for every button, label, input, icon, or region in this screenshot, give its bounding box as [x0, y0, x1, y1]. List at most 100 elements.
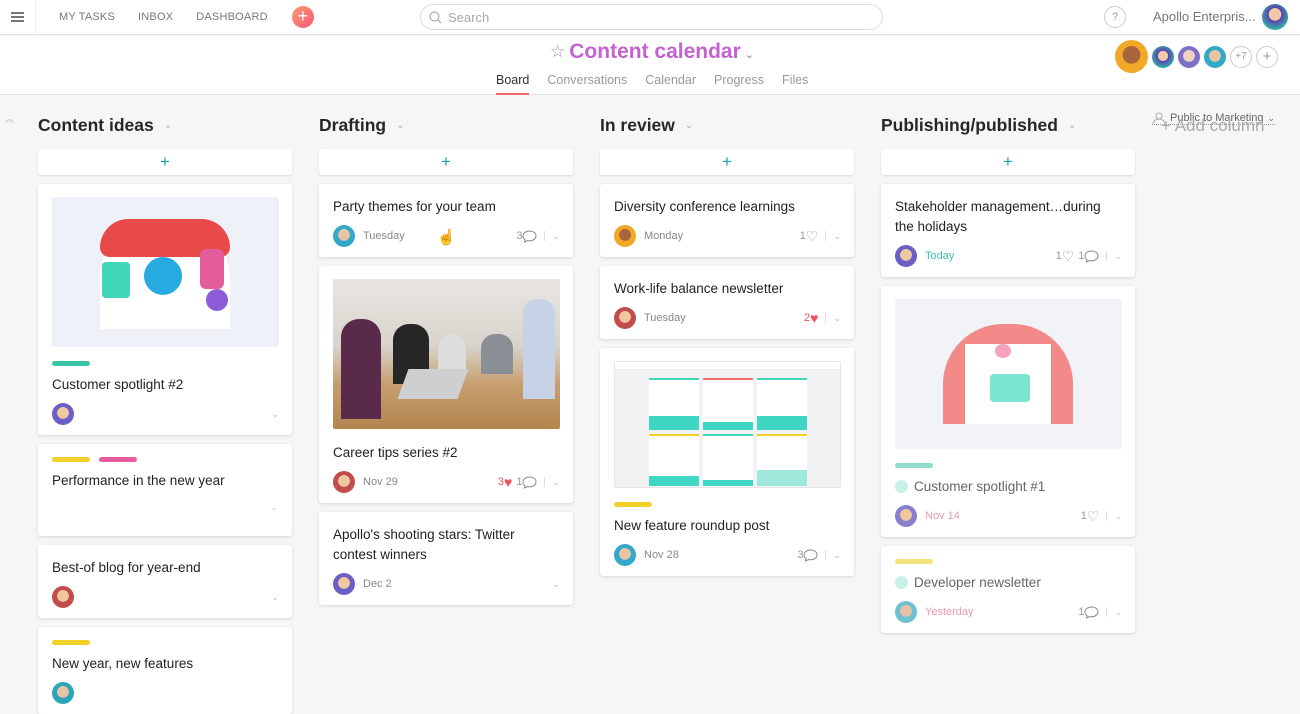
- due-date[interactable]: Dec 2: [363, 578, 392, 590]
- chevron-down-icon[interactable]: ⌄: [1114, 511, 1122, 522]
- due-date[interactable]: Tuesday: [644, 312, 686, 324]
- top-bar: MY TASKS INBOX DASHBOARD + ? Apollo Ente…: [0, 0, 1300, 35]
- quick-add-button[interactable]: +: [291, 6, 314, 28]
- assignee-avatar[interactable]: [333, 225, 355, 247]
- due-date[interactable]: Nov 29: [363, 476, 398, 488]
- due-date[interactable]: Nov 28: [644, 549, 679, 561]
- chevron-down-icon[interactable]: ⌄: [271, 409, 279, 420]
- collapse-icon[interactable]: ︽: [5, 112, 14, 125]
- chevron-down-icon[interactable]: ⌄: [396, 120, 404, 131]
- task-card[interactable]: New feature roundup post Nov 28 3 ⌄: [600, 348, 854, 576]
- task-card[interactable]: Career tips series #2 Nov 29 3 ♥ 1 ⌄: [319, 266, 573, 503]
- task-title: Stakeholder management…during the holida…: [895, 199, 1101, 234]
- task-card[interactable]: Party themes for your team Tuesday 3 ⌄: [319, 184, 573, 257]
- member-avatar[interactable]: [1178, 45, 1200, 68]
- chevron-down-icon[interactable]: ⌄: [164, 120, 172, 131]
- menu-button[interactable]: [0, 0, 36, 35]
- due-date[interactable]: Today: [925, 250, 954, 262]
- task-card[interactable]: Apollo's shooting stars: Twitter contest…: [319, 512, 573, 605]
- tab-conversations[interactable]: Conversations: [547, 73, 627, 95]
- board-column: Content ideas ⌄ + Customer spotlight #2 ⌄…: [38, 95, 292, 714]
- organization-switcher[interactable]: Apollo Enterpris...: [1153, 9, 1256, 24]
- task-title: Customer spotlight #2: [52, 377, 184, 392]
- chevron-down-icon[interactable]: ⌄: [552, 579, 560, 590]
- task-card[interactable]: Diversity conference learnings Monday 1 …: [600, 184, 854, 257]
- member-avatar[interactable]: [1152, 45, 1174, 68]
- assignee-avatar[interactable]: [895, 245, 917, 267]
- due-date[interactable]: Tuesday: [363, 230, 405, 242]
- assignee-avatar[interactable]: [52, 586, 74, 608]
- tab-board[interactable]: Board: [496, 73, 530, 95]
- chevron-down-icon[interactable]: ⌄: [1114, 607, 1122, 618]
- member-avatar[interactable]: [1115, 40, 1148, 73]
- assignee-avatar[interactable]: [895, 505, 917, 527]
- task-title: New feature roundup post: [614, 518, 770, 533]
- project-members: +7 +: [1111, 40, 1278, 73]
- column-title: Publishing/published: [881, 114, 1058, 135]
- completed-check-icon[interactable]: [895, 576, 908, 589]
- team-meeting-photo: [333, 279, 560, 429]
- chevron-down-icon[interactable]: ⌄: [1068, 120, 1076, 131]
- chevron-down-icon[interactable]: ⌄: [745, 48, 754, 61]
- tab-progress[interactable]: Progress: [714, 73, 764, 95]
- assignee-avatar[interactable]: [333, 573, 355, 595]
- add-member-button[interactable]: +: [1256, 45, 1278, 68]
- task-title: Customer spotlight #1: [914, 479, 1046, 494]
- due-date[interactable]: Yesterday: [925, 606, 974, 618]
- due-date[interactable]: Monday: [644, 230, 683, 242]
- chevron-down-icon[interactable]: ⌄: [833, 231, 841, 242]
- user-avatar[interactable]: [1262, 4, 1288, 30]
- assignee-avatar[interactable]: [614, 307, 636, 329]
- nav-my-tasks[interactable]: MY TASKS: [59, 11, 115, 23]
- tag-color-bar: [52, 457, 90, 462]
- help-button[interactable]: ?: [1104, 6, 1126, 28]
- assignee-avatar[interactable]: [333, 471, 355, 493]
- assignee-avatar[interactable]: [895, 601, 917, 623]
- add-task-button[interactable]: +: [600, 149, 854, 175]
- task-card[interactable]: Developer newsletter Yesterday 1 ⌄: [881, 546, 1135, 633]
- add-task-button[interactable]: +: [38, 149, 292, 175]
- tab-calendar[interactable]: Calendar: [645, 73, 696, 95]
- add-task-button[interactable]: +: [881, 149, 1135, 175]
- nav-dashboard[interactable]: DASHBOARD: [196, 11, 267, 23]
- heart-outline-icon[interactable]: ♡: [1087, 508, 1100, 525]
- task-card[interactable]: Performance in the new year ⌄: [38, 444, 292, 536]
- board-column: Publishing/published ⌄ + Stakeholder mana…: [881, 95, 1135, 633]
- completed-check-icon[interactable]: [895, 480, 908, 493]
- assignee-avatar[interactable]: [52, 682, 74, 704]
- task-card[interactable]: Best-of blog for year-end ⌄: [38, 545, 292, 618]
- chevron-down-icon[interactable]: ⌄: [833, 550, 841, 561]
- chevron-down-icon[interactable]: ⌄: [1114, 251, 1122, 262]
- heart-outline-icon[interactable]: ♡: [806, 228, 819, 245]
- chevron-down-icon[interactable]: ⌄: [685, 120, 693, 131]
- nav-inbox[interactable]: INBOX: [138, 11, 173, 23]
- task-card[interactable]: Stakeholder management…during the holida…: [881, 184, 1135, 277]
- more-members-button[interactable]: +7: [1230, 45, 1252, 68]
- task-card[interactable]: Work-life balance newsletter Tuesday 2 ♥…: [600, 266, 854, 339]
- tag-color-bar: [895, 463, 933, 468]
- chevron-down-icon[interactable]: ⌄: [270, 502, 278, 513]
- task-title: Work-life balance newsletter: [614, 281, 784, 296]
- heart-outline-icon[interactable]: ♡: [1062, 248, 1075, 265]
- task-title: Performance in the new year: [52, 473, 225, 488]
- assignee-avatar[interactable]: [52, 403, 74, 425]
- chevron-down-icon[interactable]: ⌄: [271, 592, 279, 603]
- task-card[interactable]: New year, new features: [38, 627, 292, 714]
- tab-files[interactable]: Files: [782, 73, 808, 95]
- search-bar[interactable]: [420, 4, 883, 30]
- member-avatar[interactable]: [1204, 45, 1226, 68]
- heart-filled-icon[interactable]: ♥: [810, 310, 818, 326]
- task-card[interactable]: Customer spotlight #1 Nov 14 1 ♡ ⌄: [881, 286, 1135, 537]
- add-column-button[interactable]: + Add column: [1161, 116, 1265, 136]
- assignee-avatar[interactable]: [614, 544, 636, 566]
- due-date[interactable]: Nov 14: [925, 510, 960, 522]
- search-input[interactable]: [448, 9, 848, 25]
- chevron-down-icon[interactable]: ⌄: [833, 313, 841, 324]
- chevron-down-icon[interactable]: ⌄: [552, 231, 560, 242]
- task-card[interactable]: Customer spotlight #2 ⌄: [38, 184, 292, 435]
- assignee-avatar[interactable]: [614, 225, 636, 247]
- chevron-down-icon[interactable]: ⌄: [552, 477, 560, 488]
- star-icon[interactable]: ☆: [550, 42, 565, 62]
- heart-filled-icon[interactable]: ♥: [504, 474, 512, 490]
- add-task-button[interactable]: +: [319, 149, 573, 175]
